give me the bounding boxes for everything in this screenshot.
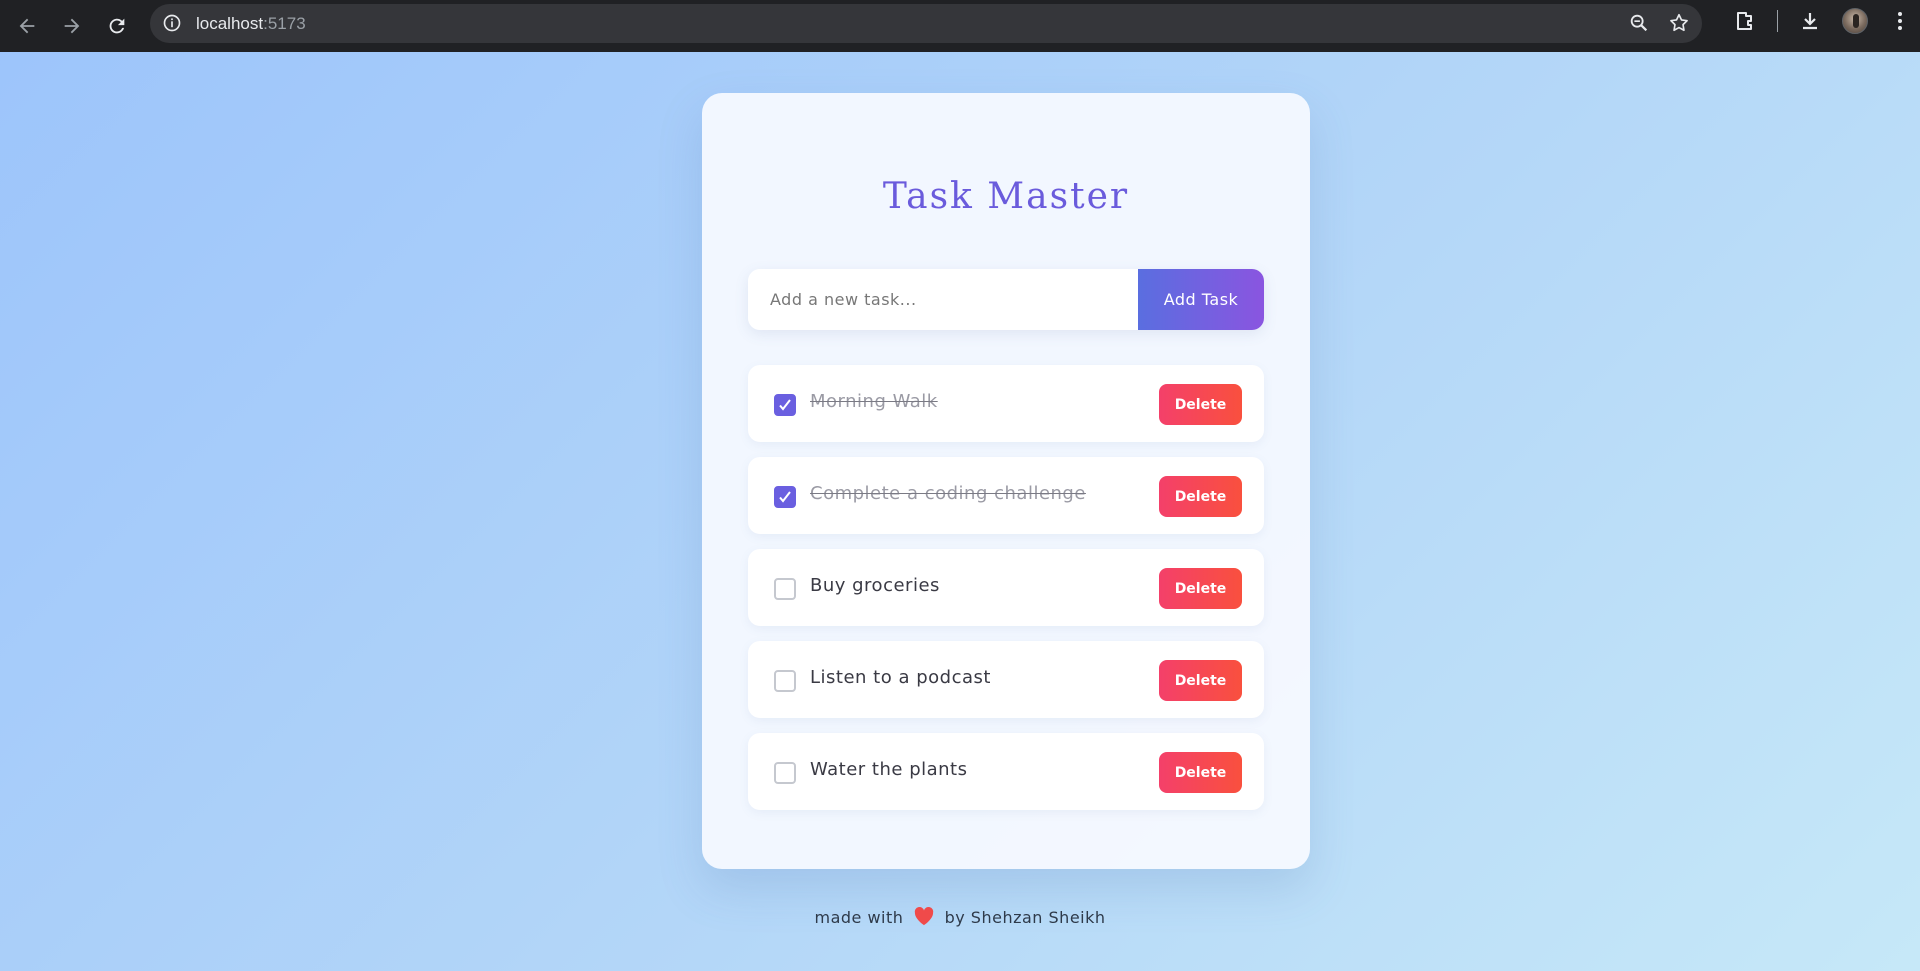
task-text: Buy groceries: [810, 575, 940, 596]
browser-toolbar: localhost:5173: [0, 0, 1920, 52]
delete-button[interactable]: Delete: [1159, 384, 1242, 425]
check-icon: [779, 399, 791, 411]
more-menu-icon[interactable]: [1888, 9, 1912, 33]
url-port: :5173: [263, 14, 306, 33]
task-item: Listen to a podcast Delete: [748, 641, 1264, 718]
download-icon[interactable]: [1798, 9, 1822, 33]
add-task-button[interactable]: Add Task: [1138, 269, 1264, 330]
task-text: Morning Walk: [810, 391, 938, 412]
new-task-input[interactable]: [748, 269, 1138, 330]
task-item: Buy groceries Delete: [748, 549, 1264, 626]
app-title: Task Master: [882, 176, 1130, 217]
reload-button[interactable]: [95, 4, 139, 48]
delete-button[interactable]: Delete: [1159, 568, 1242, 609]
bookmark-star-icon[interactable]: [1668, 12, 1690, 34]
task-checkbox[interactable]: [774, 762, 796, 784]
heart-icon: [914, 906, 934, 926]
delete-button[interactable]: Delete: [1159, 660, 1242, 701]
task-text: Listen to a podcast: [810, 667, 991, 688]
forward-button[interactable]: [50, 4, 94, 48]
task-text: Complete a coding challenge: [810, 483, 1086, 504]
task-item: Complete a coding challenge Delete: [748, 457, 1264, 534]
zoom-icon[interactable]: [1628, 12, 1650, 34]
task-checkbox[interactable]: [774, 486, 796, 508]
extensions-icon[interactable]: [1733, 9, 1757, 33]
address-bar[interactable]: localhost:5173: [150, 4, 1702, 43]
add-task-form: Add Task: [748, 269, 1264, 330]
back-button[interactable]: [5, 4, 49, 48]
task-checkbox[interactable]: [774, 578, 796, 600]
check-icon: [779, 491, 791, 503]
task-checkbox[interactable]: [774, 670, 796, 692]
task-checkbox[interactable]: [774, 394, 796, 416]
arrow-right-icon: [64, 18, 80, 34]
task-list: Morning Walk Delete Complete a coding ch…: [748, 365, 1264, 825]
toolbar-divider: [1777, 10, 1778, 32]
url-text: localhost:5173: [196, 14, 306, 34]
info-icon: [163, 14, 181, 32]
task-text: Water the plants: [810, 759, 968, 780]
task-card: Task Master Add Task Morning Walk Delete…: [702, 93, 1310, 869]
reload-icon: [109, 18, 125, 34]
footer-credit: made with by Shehzan Sheikh: [0, 906, 1920, 927]
footer-prefix: made with: [814, 908, 904, 927]
task-item: Morning Walk Delete: [748, 365, 1264, 442]
delete-button[interactable]: Delete: [1159, 476, 1242, 517]
task-item: Water the plants Delete: [748, 733, 1264, 810]
footer-suffix: by Shehzan Sheikh: [944, 908, 1106, 927]
url-host: localhost: [196, 14, 264, 33]
delete-button[interactable]: Delete: [1159, 752, 1242, 793]
arrow-left-icon: [19, 18, 35, 34]
profile-avatar[interactable]: [1842, 8, 1868, 34]
